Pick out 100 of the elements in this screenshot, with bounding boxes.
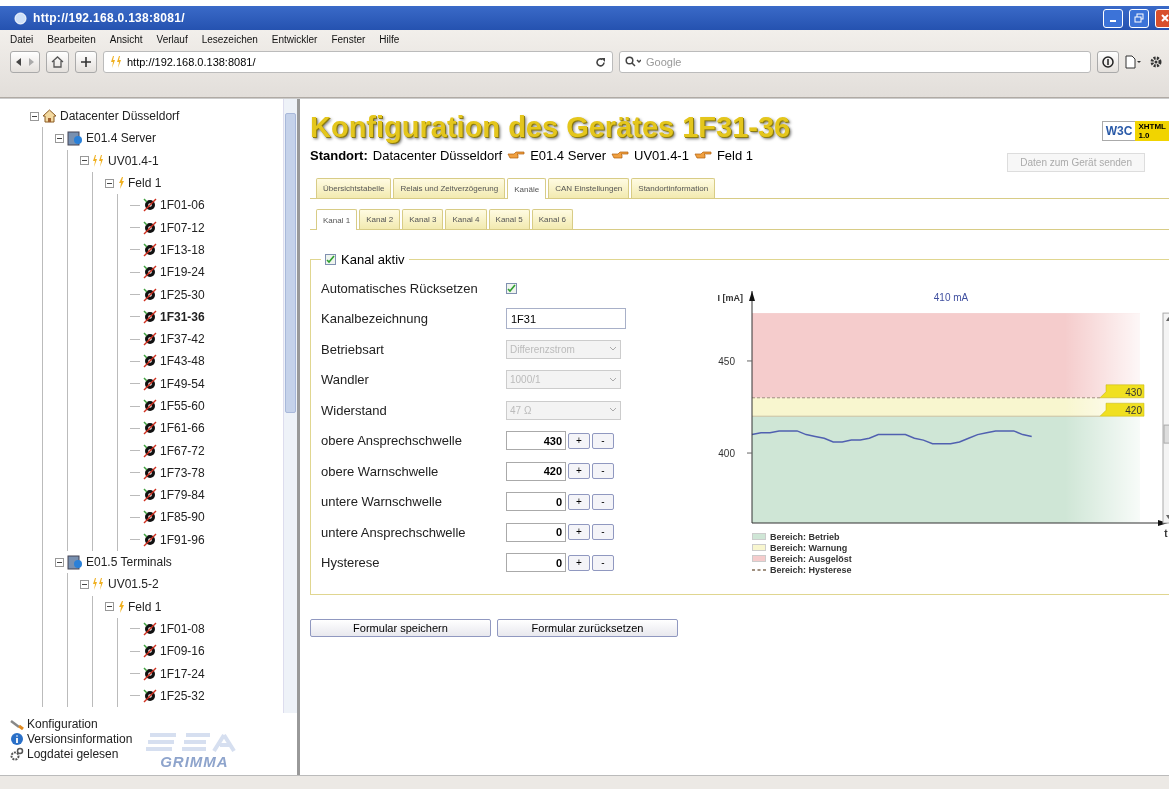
- tree-item[interactable]: 1F25-32: [160, 688, 205, 703]
- increment-button[interactable]: +: [568, 463, 590, 480]
- form-button[interactable]: Formular zurücksetzen: [497, 619, 678, 637]
- device-icon: [143, 332, 157, 347]
- decrement-button[interactable]: -: [592, 554, 614, 571]
- tab[interactable]: Kanal 1: [316, 209, 358, 230]
- tree-item[interactable]: 1F43-48: [160, 354, 205, 369]
- number-field[interactable]: 430: [506, 431, 566, 451]
- increment-button[interactable]: +: [568, 432, 590, 449]
- tree-item[interactable]: UV01.4-1: [108, 153, 159, 168]
- tree-item[interactable]: 1F73-78: [160, 465, 205, 480]
- tree-item[interactable]: 1F91-96: [160, 532, 205, 547]
- sidebar-link[interactable]: Konfiguration: [10, 717, 133, 731]
- decrement-button[interactable]: -: [592, 524, 614, 541]
- tree-item[interactable]: 1F09-16: [160, 644, 205, 659]
- sidebar-link[interactable]: Versionsinformation: [10, 732, 133, 746]
- tree-item[interactable]: 1F61-66: [160, 421, 205, 436]
- tree-item[interactable]: 1F85-90: [160, 510, 205, 525]
- tree-item[interactable]: 1F17-24: [160, 666, 205, 681]
- input-field[interactable]: 1F31: [506, 308, 626, 330]
- search-field[interactable]: Google: [619, 51, 1091, 73]
- number-field[interactable]: 0: [506, 522, 566, 542]
- number-field[interactable]: 0: [506, 492, 566, 512]
- tab[interactable]: Relais und Zeitverzögerung: [393, 178, 506, 198]
- decrement-button[interactable]: -: [592, 463, 614, 480]
- collapse-icon[interactable]: [55, 557, 64, 567]
- collapse-icon[interactable]: [30, 111, 39, 121]
- collapse-icon[interactable]: [80, 579, 89, 589]
- tab[interactable]: Kanal 6: [531, 209, 573, 229]
- menu-item[interactable]: Fenster: [331, 34, 366, 45]
- sidebar-link[interactable]: Logdatei gelesen: [10, 747, 133, 761]
- menu-item[interactable]: Lesezeichen: [201, 34, 258, 45]
- tree-item[interactable]: 1F13-18: [160, 242, 205, 257]
- menu-item[interactable]: Bearbeiten: [47, 34, 96, 45]
- chart-scrollbar[interactable]: [1162, 312, 1169, 524]
- tree-item[interactable]: 1F55-60: [160, 399, 205, 413]
- page-menu-icon[interactable]: [1125, 55, 1143, 69]
- tab[interactable]: Kanal 3: [402, 209, 444, 229]
- tab[interactable]: Übersichtstabelle: [316, 178, 392, 198]
- add-button[interactable]: [75, 51, 97, 73]
- back-forward-buttons[interactable]: [10, 51, 40, 73]
- menu-item[interactable]: Ansicht: [109, 34, 143, 45]
- collapse-icon[interactable]: [105, 602, 114, 612]
- tab[interactable]: Standortinformation: [631, 178, 716, 198]
- tab[interactable]: Kanal 5: [488, 209, 530, 229]
- increment-button[interactable]: +: [568, 554, 590, 571]
- house-icon: [42, 109, 57, 124]
- tree-item[interactable]: Datacenter Düsseldorf: [60, 109, 180, 124]
- tree-item[interactable]: Feld 1: [128, 176, 162, 191]
- device-icon: [143, 688, 157, 703]
- bolt-pair-icon: [92, 153, 105, 168]
- scrollbar[interactable]: [283, 99, 297, 713]
- collapse-icon[interactable]: [105, 178, 114, 188]
- device-icon: [143, 465, 157, 480]
- tree-item[interactable]: 1F01-06: [160, 198, 205, 213]
- decrement-button[interactable]: -: [592, 493, 614, 510]
- tree-item[interactable]: 1F25-30: [160, 287, 205, 302]
- decrement-button[interactable]: -: [592, 432, 614, 449]
- reload-icon[interactable]: [595, 56, 606, 68]
- menu-item[interactable]: Verlauf: [156, 34, 188, 45]
- info-button[interactable]: [1097, 51, 1119, 73]
- tree-item[interactable]: 1F67-72: [160, 443, 205, 458]
- tree-item[interactable]: 1F31-36: [160, 309, 205, 324]
- form-button[interactable]: Formular speichern: [310, 619, 491, 637]
- number-field[interactable]: 0: [506, 553, 566, 573]
- tree-item[interactable]: 1F79-84: [160, 488, 205, 503]
- legend-label: Bereich: Betrieb: [770, 531, 840, 542]
- collapse-icon[interactable]: [80, 156, 89, 166]
- menu-item[interactable]: Entwickler: [271, 34, 318, 45]
- tree-item[interactable]: E01.5 Terminals: [86, 555, 172, 570]
- collapse-icon[interactable]: [55, 133, 64, 143]
- search-icon[interactable]: [625, 56, 641, 67]
- tree-item[interactable]: 1F37-42: [160, 332, 205, 347]
- ref-line-label: 430: [1125, 386, 1143, 398]
- tab[interactable]: Kanäle: [507, 178, 547, 199]
- address-field[interactable]: http://192.168.0.138:8081/: [103, 51, 613, 73]
- tree-item[interactable]: UV01.5-2: [108, 577, 159, 592]
- minimize-button[interactable]: [1103, 8, 1123, 28]
- checkbox[interactable]: [506, 282, 517, 294]
- tree-item[interactable]: Feld 1: [128, 599, 162, 614]
- restore-button[interactable]: [1129, 8, 1149, 28]
- tree-item[interactable]: 1F19-24: [160, 265, 205, 280]
- tree-item[interactable]: E01.4 Server: [86, 131, 157, 146]
- increment-button[interactable]: +: [568, 524, 590, 541]
- checkbox[interactable]: [325, 254, 336, 265]
- current-reading: 410 mA: [933, 292, 969, 303]
- menu-item[interactable]: Hilfe: [379, 34, 400, 45]
- tab[interactable]: CAN Einstellungen: [548, 178, 630, 198]
- tab[interactable]: Kanal 4: [445, 209, 487, 229]
- number-field[interactable]: 420: [506, 461, 566, 481]
- tree-item[interactable]: 1F07-12: [160, 220, 205, 235]
- tab[interactable]: Kanal 2: [359, 209, 401, 229]
- device-icon: [143, 666, 157, 681]
- home-button[interactable]: [46, 51, 69, 73]
- tree-item[interactable]: 1F01-08: [160, 621, 205, 636]
- increment-button[interactable]: +: [568, 493, 590, 510]
- tree-item[interactable]: 1F49-54: [160, 376, 205, 391]
- close-button[interactable]: [1155, 8, 1169, 28]
- menu-item[interactable]: Datei: [10, 34, 34, 45]
- checkmark-icon: [507, 283, 516, 293]
